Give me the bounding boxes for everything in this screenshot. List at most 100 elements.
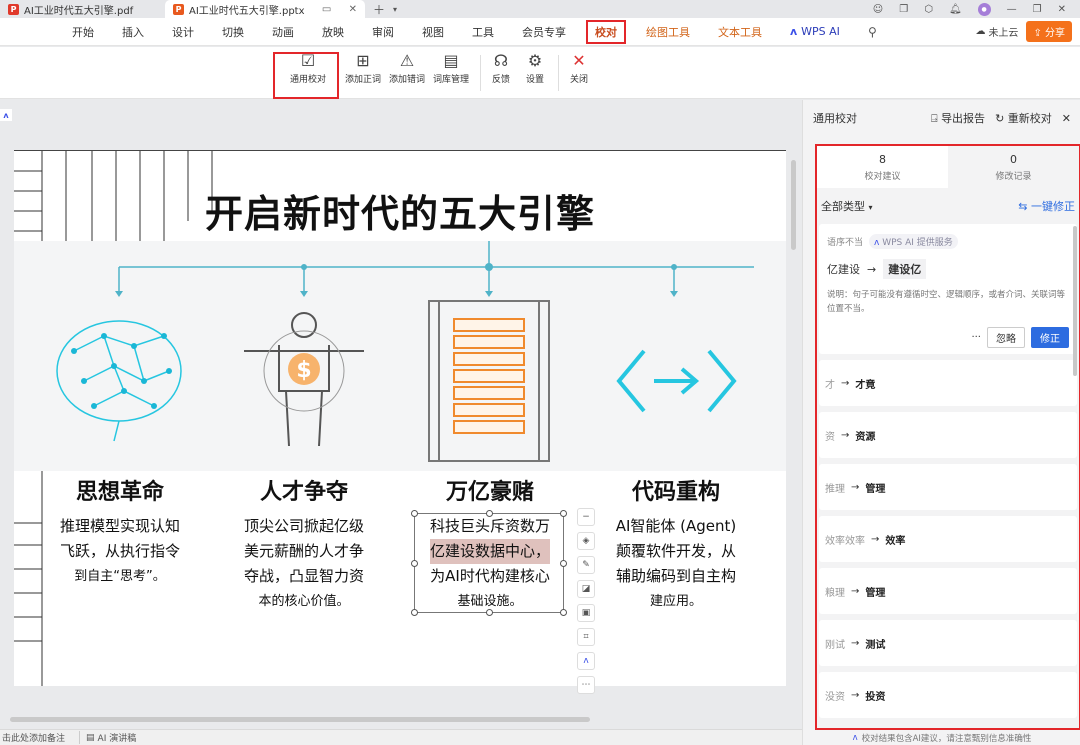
minus-icon[interactable]: − [577,508,595,526]
type-filter-dropdown[interactable]: 全部类型 ▾ [821,198,873,214]
menu-drawing-tools[interactable]: 绘图工具 [646,24,690,40]
tab-close-icon[interactable]: ✕ [349,4,357,15]
desc-line: 辅助编码到自主构 [615,567,736,585]
crop-icon[interactable]: ⌗ [577,628,595,646]
illustration-band: $ [14,241,786,471]
bell-icon[interactable]: 🔔︎ [949,4,962,15]
card-desc-talent[interactable]: 顶尖公司掀起亿级 美元薪酬的人才争 夺战，凸显智力资 本的核心价值。 [214,514,394,614]
add-correct-word-label: 添加正词 [344,75,381,85]
close-panel-icon[interactable]: ✕ [1062,112,1071,125]
suggestion-card[interactable]: 粮理 → 管理 [819,568,1077,614]
arrow-right-icon: → [851,481,860,493]
cloud-status-button[interactable]: ☁ 未上云 [975,24,1018,39]
suggestion-card[interactable]: 才 → 才竟 [819,360,1077,406]
suggestion-card-expanded[interactable]: 语序不当 ᴧ WPS AI 提供服务 亿建设 → 建设亿 说明：句子可能没有遵循… [819,224,1077,354]
horizontal-scrollbar[interactable] [10,717,590,722]
status-bar: 击此处添加备注 ▤ AI 演讲稿 [0,729,802,745]
ribbon-divider [480,55,481,91]
feedback-button[interactable]: ☊ 反馈 [485,51,517,86]
frame-icon[interactable]: ▣ [577,604,595,622]
menu-home[interactable]: 开始 [72,24,94,40]
wps-ai-icon[interactable]: ᴧ [577,652,595,670]
menu-design[interactable]: 设计 [172,24,194,40]
settings-label: 设置 [525,75,544,85]
new-tab-icon[interactable]: ＋ [373,1,385,18]
slide-canvas[interactable]: ᴧ 开启新时代的五大引擎 $ 思想革命 人才争夺 万亿豪赌 代码重构 推理模型实… [0,100,802,729]
desc-line: 顶尖公司掀起亿级 [243,517,364,535]
suggestion-card[interactable]: 没资 → 投资 [819,672,1077,718]
tab-monitor-icon[interactable]: ▭ [322,4,331,15]
export-report-button[interactable]: ⍈ 导出报告 [931,110,985,126]
menu-transition[interactable]: 切换 [222,24,244,40]
desc-line: 科技巨头斥资数万 [429,517,550,535]
fill-icon[interactable]: ◪ [577,580,595,598]
fix-all-button[interactable]: ⇆ 一键修正 [1018,198,1075,214]
menu-review[interactable]: 审阅 [372,24,394,40]
ai-speech-button[interactable]: ▤ AI 演讲稿 [79,731,136,744]
menu-view[interactable]: 视图 [422,24,444,40]
card-desc-code[interactable]: AI智能体 (Agent) 颠覆软件开发，从 辅助编码到自主构 建应用。 [586,514,766,614]
dictionary-manage-button[interactable]: ▤ 词库管理 [429,53,473,86]
minimize-icon[interactable]: — [1007,4,1017,15]
wps-ai-float-icon[interactable]: ᴧ [0,109,12,121]
card-desc-thought[interactable]: 推理模型实现认知 飞跃，从执行指令 到自主“思考”。 [30,514,210,589]
fix-button[interactable]: 修正 [1031,327,1069,348]
chevron-down-icon[interactable]: ▾ [393,5,397,14]
warning-doc-icon: ⚠ [399,51,415,70]
floating-toolbar: − ◈ ✎ ◪ ▣ ⌗ ᴧ ⋯ [577,508,595,694]
share-button[interactable]: ⇪ 分享 [1026,21,1072,42]
tab-pptx[interactable]: P AI工业时代五大引擎.pptx ▭ ✕ [165,0,365,18]
tab-pdf[interactable]: P AI工业时代五大引擎.pdf [0,0,165,18]
export-report-label: 导出报告 [941,112,986,125]
add-correct-word-button[interactable]: ⊞ 添加正词 [341,53,385,86]
suggestion-card[interactable]: 效率效率 → 效率 [819,516,1077,562]
menu-slideshow[interactable]: 放映 [322,24,344,40]
recheck-button[interactable]: ↻ 重新校对 [995,110,1052,126]
headset-icon: ☊ [493,51,509,70]
suggestion-card[interactable]: 推理 → 管理 [819,464,1077,510]
card-title-talent[interactable]: 人才争夺 [214,474,394,506]
panel-scrollbar[interactable] [1073,226,1077,376]
suggested-word: 投资 [865,691,886,703]
vertical-scrollbar[interactable] [791,160,796,250]
ignore-button[interactable]: 忽略 [987,327,1025,348]
menu-animation[interactable]: 动画 [272,24,294,40]
tab-revisions[interactable]: 0 修改记录 [948,146,1079,188]
menu-text-tools[interactable]: 文本工具 [718,24,762,40]
menu-bar: 开始 插入 设计 切换 动画 放映 审阅 视图 工具 会员专享 校对 绘图工具 … [0,18,1080,46]
tab-suggestions[interactable]: 8 校对建议 [817,146,948,188]
window-copy-icon[interactable]: ❐ [899,4,908,15]
restore-icon[interactable]: ❐ [1033,4,1042,15]
close-proofread-button[interactable]: ✕ 关闭 [563,53,595,86]
more-options-icon[interactable]: ··· [971,332,981,343]
add-notes-prompt[interactable]: 击此处添加备注 [2,731,65,744]
card-title-thought[interactable]: 思想革命 [30,474,210,506]
card-desc-trillion[interactable]: 科技巨头斥资数万 亿建设数据中心， 为AI时代构建核心 基础设施。 [400,514,580,614]
panel-header: 通用校对 ⍈ 导出报告 ↻ 重新校对 ✕ [803,100,1080,136]
slide-title[interactable]: 开启新时代的五大引擎 [14,183,786,238]
layers-icon[interactable]: ◈ [577,532,595,550]
close-window-icon[interactable]: ✕ [1058,4,1066,15]
desc-line: 建应用。 [649,594,702,609]
suggestion-card[interactable]: 刚试 → 测试 [819,620,1077,666]
card-title-trillion[interactable]: 万亿豪赌 [400,474,580,506]
avatar[interactable]: ● [977,2,991,16]
suggestion-card[interactable]: 资 → 资源 [819,412,1077,458]
smiley-icon[interactable]: ☺ [873,4,883,15]
menu-tools[interactable]: 工具 [472,24,494,40]
slide[interactable]: 开启新时代的五大引擎 $ 思想革命 人才争夺 万亿豪赌 代码重构 推理模型实现认… [14,150,786,686]
feedback-label: 反馈 [491,75,510,85]
menu-wps-ai[interactable]: ᴧ WPS AI [790,25,840,38]
pptx-file-icon: P [173,3,184,15]
menu-proofread[interactable]: 校对 [586,19,626,44]
menu-insert[interactable]: 插入 [122,24,144,40]
search-icon[interactable]: ⚲ [868,25,877,39]
more-icon[interactable]: ⋯ [577,676,595,694]
pen-icon[interactable]: ✎ [577,556,595,574]
cube-icon[interactable]: ⬡ [924,4,933,15]
settings-button[interactable]: ⚙ 设置 [519,53,551,86]
card-title-code[interactable]: 代码重构 [586,474,766,506]
suggested-word: 资源 [855,431,876,443]
menu-member[interactable]: 会员专享 [522,24,566,40]
add-wrong-word-button[interactable]: ⚠ 添加错词 [385,51,429,86]
